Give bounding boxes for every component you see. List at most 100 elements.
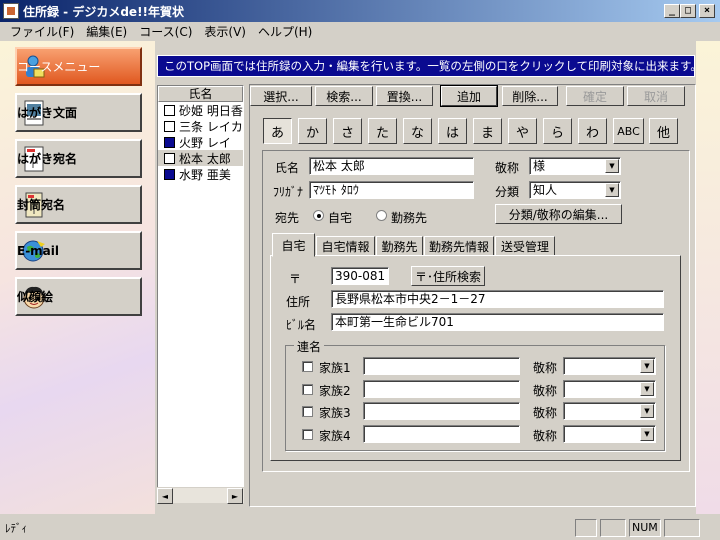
kana-tab-na[interactable]: な — [403, 118, 432, 144]
family1-honorific-select[interactable]: ▼ — [563, 357, 656, 375]
list-horizontal-scrollbar[interactable]: ◄ ► — [157, 487, 244, 504]
edit-category-button[interactable]: 分類/敬称の編集... — [495, 204, 622, 224]
course-menu-label: コースメニュー — [17, 60, 101, 74]
chevron-down-icon[interactable]: ▼ — [605, 159, 619, 173]
replace-button[interactable]: 置換... — [376, 86, 433, 106]
list-item[interactable]: 水野 亜美 — [158, 166, 243, 182]
kana-tab-abc[interactable]: ABC — [613, 118, 644, 144]
list-item[interactable]: 火野 レイ — [158, 134, 243, 150]
menu-course[interactable]: コース(C) — [133, 23, 198, 40]
menu-help[interactable]: ヘルプ(H) — [252, 23, 318, 40]
family1-checkbox[interactable] — [302, 361, 313, 372]
tab-send-receive[interactable]: 送受管理 — [495, 236, 555, 256]
status-panel — [575, 519, 597, 537]
postcard-address-button[interactable]: はがき宛名 — [15, 139, 142, 178]
list-item-selected[interactable]: 松本 太郎 — [158, 150, 243, 166]
print-checkbox[interactable] — [164, 152, 175, 164]
kana-tab-ha[interactable]: は — [438, 118, 467, 144]
furigana-label: ﾌﾘｶﾞﾅ — [273, 185, 304, 199]
honorific-select[interactable]: 様 ▼ — [529, 157, 621, 175]
postcard-text-button[interactable]: はがき文面 — [15, 93, 142, 132]
family2-honorific-select[interactable]: ▼ — [563, 380, 656, 398]
family2-honorific-label: 敬称 — [533, 384, 558, 398]
family3-checkbox[interactable] — [302, 406, 313, 417]
status-panel — [600, 519, 626, 537]
building-label: ﾋﾞﾙ名 — [286, 318, 317, 332]
minimize-button[interactable]: _ — [664, 4, 680, 18]
confirm-button[interactable]: 確定 — [566, 86, 624, 106]
kana-tab-ka[interactable]: か — [298, 118, 327, 144]
course-menu-button[interactable]: コースメニュー — [15, 47, 142, 86]
family4-honorific-select[interactable]: ▼ — [563, 425, 656, 443]
scroll-left-icon[interactable]: ◄ — [157, 488, 173, 504]
kana-tab-ma[interactable]: ま — [473, 118, 502, 144]
postcard-address-label: はがき宛名 — [17, 152, 78, 166]
family4-field[interactable] — [363, 425, 520, 443]
work-radio[interactable] — [376, 210, 387, 221]
address-list[interactable]: 氏名 砂姫 明日香 三条 レイカ 火野 レイ 松本 太郎 水野 亜美 — [157, 85, 244, 503]
zip-field[interactable]: 390-081 — [331, 267, 389, 285]
address-field[interactable]: 長野県松本市中央2－1－27 — [331, 290, 664, 308]
kana-tab-a[interactable]: あ — [263, 118, 292, 144]
kana-tab-ya[interactable]: や — [508, 118, 537, 144]
family3-honorific-select[interactable]: ▼ — [563, 402, 656, 420]
menu-edit[interactable]: 編集(E) — [80, 23, 133, 40]
maximize-button[interactable]: □ — [680, 4, 696, 18]
name-label: 氏名 — [275, 161, 300, 175]
honorific-value: 様 — [533, 159, 546, 173]
kana-tab-sa[interactable]: さ — [333, 118, 362, 144]
tab-work-info[interactable]: 勤務先情報 — [424, 236, 494, 256]
family2-label: 家族2 — [319, 384, 351, 398]
family1-field[interactable] — [363, 357, 520, 375]
kana-tab-ta[interactable]: た — [368, 118, 397, 144]
family2-field[interactable] — [363, 380, 520, 398]
family3-field[interactable] — [363, 402, 520, 420]
family2-checkbox[interactable] — [302, 384, 313, 395]
family3-honorific-label: 敬称 — [533, 406, 558, 420]
menu-file[interactable]: ファイル(F) — [4, 23, 80, 40]
delete-button[interactable]: 削除... — [502, 86, 558, 106]
app-icon[interactable] — [3, 3, 19, 19]
list-header-name[interactable]: 氏名 — [158, 86, 243, 102]
chevron-down-icon[interactable]: ▼ — [640, 404, 654, 418]
search-button[interactable]: 検索... — [315, 86, 373, 106]
print-checkbox[interactable] — [164, 168, 175, 180]
zip-search-button[interactable]: 〒･住所検索 — [411, 266, 485, 286]
tab-home-info[interactable]: 自宅情報 — [316, 236, 375, 256]
list-item-name: 水野 亜美 — [179, 167, 231, 182]
category-select[interactable]: 知人 ▼ — [529, 181, 621, 199]
chevron-down-icon[interactable]: ▼ — [605, 183, 619, 197]
print-checkbox[interactable] — [164, 104, 175, 116]
chevron-down-icon[interactable]: ▼ — [640, 427, 654, 441]
tab-home[interactable]: 自宅 — [272, 233, 315, 257]
add-button[interactable]: 追加 — [440, 85, 498, 107]
address-label: 住所 — [286, 295, 311, 309]
envelope-address-button[interactable]: 封筒宛名 — [15, 185, 142, 224]
print-checkbox[interactable] — [164, 120, 175, 132]
select-button[interactable]: 選択... — [250, 86, 312, 106]
building-field[interactable]: 本町第一生命ビル701 — [331, 313, 664, 331]
chevron-down-icon[interactable]: ▼ — [640, 359, 654, 373]
joint-names-title: 連名 — [294, 338, 325, 355]
scroll-right-icon[interactable]: ► — [227, 488, 243, 504]
kana-tab-other[interactable]: 他 — [649, 118, 678, 144]
menu-view[interactable]: 表示(V) — [198, 23, 252, 40]
chevron-down-icon[interactable]: ▼ — [640, 382, 654, 396]
honorific-label: 敬称 — [495, 161, 520, 175]
furigana-field[interactable]: ﾏﾂﾓﾄ ﾀﾛｳ — [309, 181, 474, 199]
print-checkbox[interactable] — [164, 136, 175, 148]
email-button[interactable]: E-mail — [15, 231, 142, 270]
list-item[interactable]: 三条 レイカ — [158, 118, 243, 134]
tab-work[interactable]: 勤務先 — [376, 236, 423, 256]
list-item[interactable]: 砂姫 明日香 — [158, 102, 243, 118]
close-button[interactable]: × — [699, 4, 715, 18]
family4-checkbox[interactable] — [302, 429, 313, 440]
kana-tab-ra[interactable]: ら — [543, 118, 572, 144]
menu-bar: ファイル(F) 編集(E) コース(C) 表示(V) ヘルプ(H) — [0, 22, 720, 40]
cancel-button[interactable]: 取消 — [627, 86, 685, 106]
kana-tab-wa[interactable]: わ — [578, 118, 607, 144]
portrait-button[interactable]: 似顔絵 — [15, 277, 142, 316]
name-field[interactable]: 松本 太郎 — [309, 157, 474, 175]
home-radio[interactable] — [313, 210, 324, 221]
right-decoration — [696, 41, 720, 514]
